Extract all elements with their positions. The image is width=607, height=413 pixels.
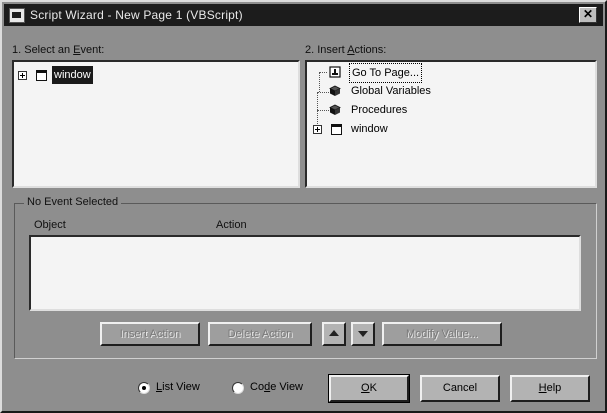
script-wizard-dialog: Script Wizard - New Page 1 (VBScript) ✕ … [0,0,607,413]
tree-connector [317,110,329,111]
ok-button[interactable]: OK [328,374,410,403]
close-icon: ✕ [582,7,594,21]
radio-checked-icon [138,382,150,394]
insert-actions-label: 2. Insert Actions: [305,44,387,56]
expand-icon[interactable] [18,71,27,80]
column-header-action: Action [216,219,247,231]
column-header-object: Object [34,219,66,231]
close-button[interactable]: ✕ [579,7,597,23]
tree-item-label: window [52,66,93,84]
radio-unchecked-icon [232,382,244,394]
window-icon [331,124,342,135]
title-bar[interactable]: Script Wizard - New Page 1 (VBScript) ✕ [4,4,603,26]
arrow-down-icon [358,331,368,337]
window-title: Script Wizard - New Page 1 (VBScript) [30,8,243,22]
list-view-radio[interactable]: List View [138,381,218,397]
actions-tree[interactable]: Go To Page... Global Variables Procedure… [305,60,597,188]
tree-connector [317,92,329,93]
events-tree[interactable]: window [12,60,300,188]
move-down-button[interactable] [351,322,375,346]
tree-connector [319,72,320,92]
tree-item-label: window [351,123,388,135]
window-icon [36,70,47,81]
move-up-button[interactable] [322,322,346,346]
cancel-button[interactable]: Cancel [420,375,500,402]
help-button[interactable]: Help [510,375,590,402]
arrow-up-icon [329,330,339,336]
modify-value-button[interactable]: Modify Value... [382,322,502,346]
tree-connector [319,72,327,73]
tree-item-procedures[interactable]: Procedures [329,101,489,119]
list-view-label: List View [156,381,200,393]
select-event-label: 1. Select an Event: [12,44,105,56]
event-action-list[interactable] [29,235,581,311]
insert-action-button[interactable]: Insert Action [100,322,200,346]
expand-icon[interactable] [313,125,322,134]
tree-item-label: Go To Page... [349,63,423,83]
cube-icon [329,85,341,96]
tree-item-window[interactable]: window [18,66,138,84]
page-icon [329,66,341,78]
tree-item-window[interactable]: window [311,120,471,138]
group-title: No Event Selected [24,196,122,208]
delete-action-button[interactable]: Delete Action [208,322,312,346]
code-view-label: Code View [250,381,304,393]
tree-item-label: Procedures [351,104,408,116]
tree-item-label: Global Variables [351,85,431,97]
tree-item-global-variables[interactable]: Global Variables [329,82,489,100]
code-view-radio[interactable]: Code View [232,381,316,397]
app-icon [9,8,25,23]
tree-item-go-to-page[interactable]: Go To Page... [329,63,469,83]
cube-icon [329,104,341,115]
